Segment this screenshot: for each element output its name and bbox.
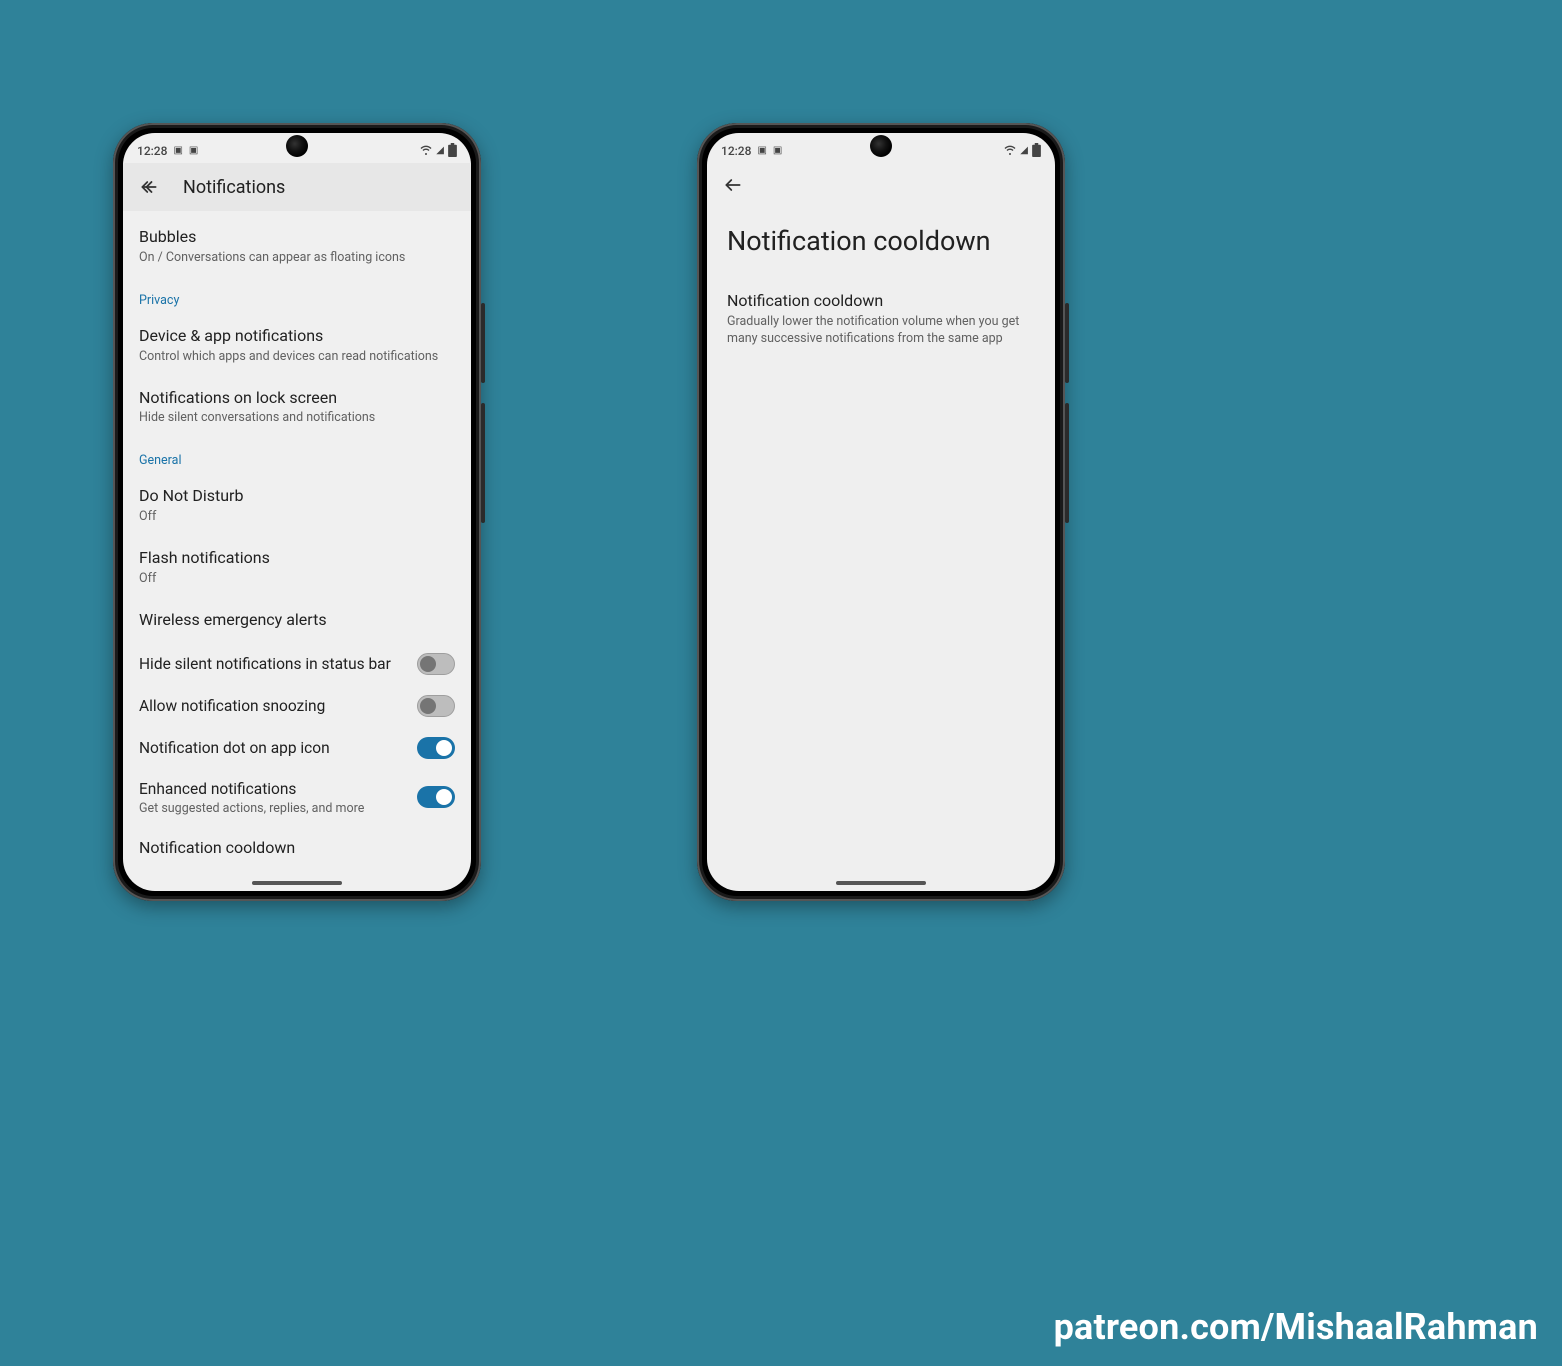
setting-lockscreen-notifications[interactable]: Notifications on lock screen Hide silent… <box>123 376 471 438</box>
detail-subtitle: Gradually lower the notification volume … <box>727 314 1035 348</box>
punch-hole-camera <box>286 135 308 157</box>
page-title: Notifications <box>183 177 285 198</box>
setting-title: Notifications on lock screen <box>139 388 455 409</box>
setting-allow-snoozing[interactable]: Allow notification snoozing <box>123 685 471 727</box>
gesture-nav-bar[interactable] <box>252 881 342 885</box>
detail-title: Notification cooldown <box>727 291 1035 310</box>
setting-title: Do Not Disturb <box>139 486 455 507</box>
status-notification-icon-2: ▣ <box>773 146 782 156</box>
signal-icon: ◢ <box>436 146 444 156</box>
setting-notification-dot[interactable]: Notification dot on app icon <box>123 727 471 769</box>
screen-left: 12:28 ▣ ▣ ◢ Notifications <box>123 133 471 891</box>
setting-subtitle: On / Conversations can appear as floatin… <box>139 250 455 265</box>
cooldown-detail[interactable]: Notification cooldown Gradually lower th… <box>707 285 1055 354</box>
status-notification-icon-1: ▣ <box>173 146 182 156</box>
wifi-icon <box>1004 144 1016 159</box>
wifi-icon <box>420 144 432 159</box>
phone-frame-right: 12:28 ▣ ▣ ◢ Notification cooldown Notifi… <box>697 123 1065 901</box>
setting-title: Allow notification snoozing <box>139 696 405 716</box>
status-clock: 12:28 <box>137 144 167 158</box>
toggle-dot[interactable] <box>417 737 455 759</box>
gesture-nav-bar[interactable] <box>836 881 926 885</box>
status-notification-icon-2: ▣ <box>189 146 198 156</box>
setting-subtitle: Control which apps and devices can read … <box>139 349 455 364</box>
battery-icon <box>1032 143 1041 160</box>
back-button[interactable] <box>137 175 161 199</box>
setting-hide-silent-statusbar[interactable]: Hide silent notifications in status bar <box>123 643 471 685</box>
battery-icon <box>448 143 457 160</box>
setting-subtitle: Off <box>139 509 455 524</box>
setting-title: Wireless emergency alerts <box>139 610 455 631</box>
toggle-hide-silent[interactable] <box>417 653 455 675</box>
signal-icon: ◢ <box>1020 146 1028 156</box>
page-title-large: Notification cooldown <box>707 197 1055 285</box>
section-header-privacy: Privacy <box>123 277 471 314</box>
setting-title: Hide silent notifications in status bar <box>139 654 405 674</box>
setting-wireless-emergency-alerts[interactable]: Wireless emergency alerts <box>123 598 471 643</box>
setting-flash-notifications[interactable]: Flash notifications Off <box>123 536 471 598</box>
status-notification-icon-1: ▣ <box>757 146 766 156</box>
toggle-enhanced[interactable] <box>417 786 455 808</box>
app-bar: Notifications <box>123 163 471 211</box>
setting-title: Flash notifications <box>139 548 455 569</box>
setting-title: Device & app notifications <box>139 326 455 347</box>
setting-title: Notification cooldown <box>139 838 455 859</box>
toggle-snoozing[interactable] <box>417 695 455 717</box>
setting-subtitle: Get suggested actions, replies, and more <box>139 801 405 816</box>
phone-frame-left: 12:28 ▣ ▣ ◢ Notifications <box>113 123 481 901</box>
setting-title: Bubbles <box>139 227 455 248</box>
watermark-text: patreon.com/MishaalRahman <box>1054 1306 1538 1348</box>
section-header-general: General <box>123 437 471 474</box>
setting-title: Notification dot on app icon <box>139 738 405 758</box>
setting-subtitle: Hide silent conversations and notificati… <box>139 410 455 425</box>
settings-list: Bubbles On / Conversations can appear as… <box>123 211 471 871</box>
setting-subtitle: Off <box>139 571 455 586</box>
setting-device-app-notifications[interactable]: Device & app notifications Control which… <box>123 314 471 376</box>
setting-enhanced-notifications[interactable]: Enhanced notifications Get suggested act… <box>123 769 471 826</box>
back-button[interactable] <box>721 173 745 197</box>
screen-right: 12:28 ▣ ▣ ◢ Notification cooldown Notifi… <box>707 133 1055 891</box>
setting-notification-cooldown[interactable]: Notification cooldown <box>123 826 471 871</box>
setting-do-not-disturb[interactable]: Do Not Disturb Off <box>123 474 471 536</box>
status-clock: 12:28 <box>721 144 751 158</box>
setting-title: Enhanced notifications <box>139 779 405 799</box>
punch-hole-camera <box>870 135 892 157</box>
setting-bubbles[interactable]: Bubbles On / Conversations can appear as… <box>123 215 471 277</box>
